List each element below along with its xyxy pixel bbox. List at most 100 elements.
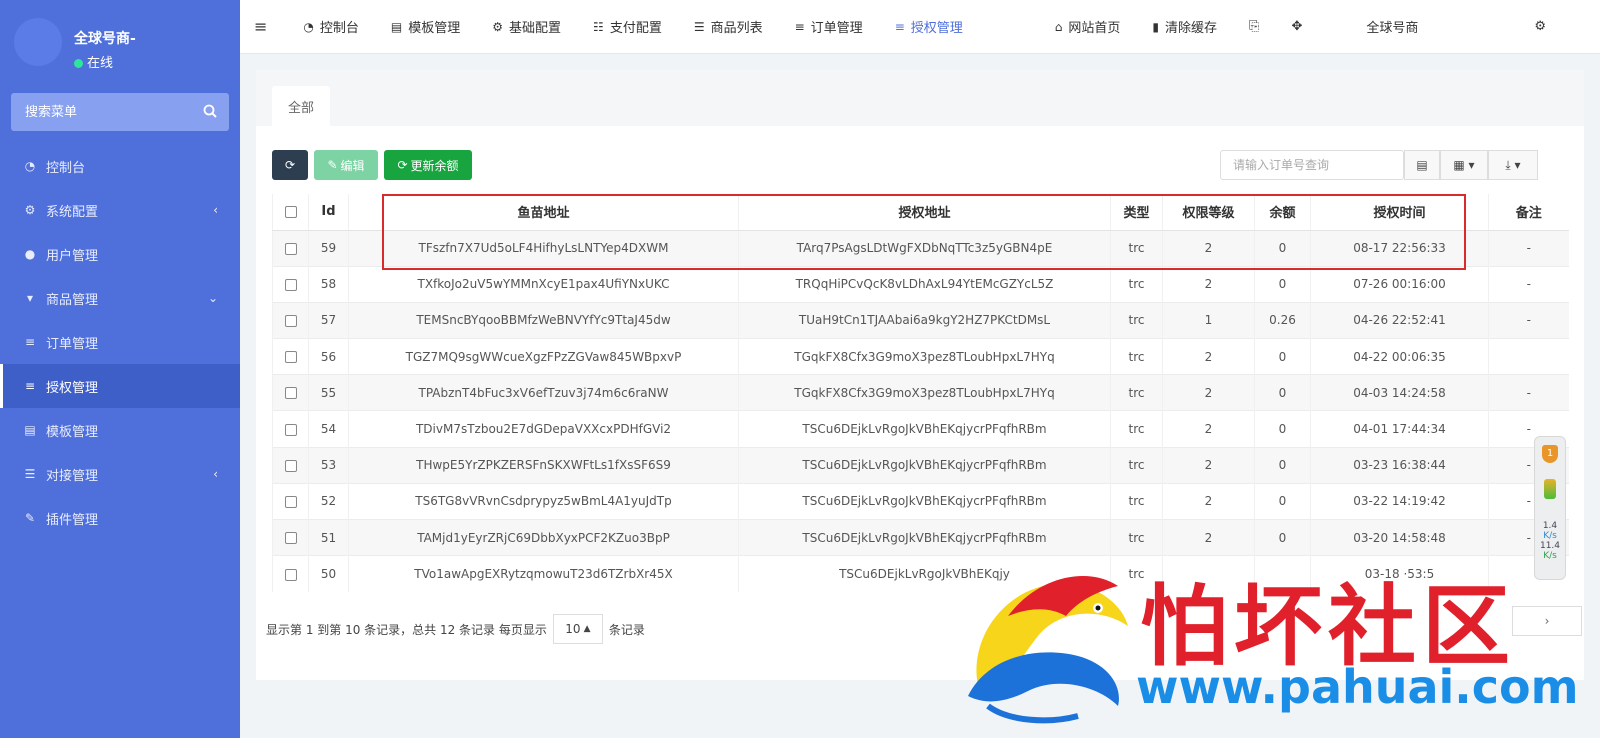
fullscreen-icon[interactable]: ✥ <box>1275 0 1318 54</box>
order-search-input[interactable] <box>1220 150 1404 180</box>
cell-auth-address: TSCu6DEjkLvRgoJkVBhEKqjycrPFqfhRBm <box>738 482 1111 520</box>
top-nav-basic-config[interactable]: ⚙ 基础配置 <box>476 0 577 54</box>
top-nav-authorization[interactable]: ≡ 授权管理 <box>879 0 979 54</box>
table-row[interactable]: 51 TAMjd1yEyrZRjC69DbbXyxPCF2KZuo3BpP TSCu… <box>272 518 1569 556</box>
sidebar-item-label: 系统配置 <box>46 204 99 220</box>
top-nav-product-list[interactable]: ☰ 商品列表 <box>678 0 779 54</box>
table-row[interactable]: 57 TEMSncBYqooBBMfzWeBNVYfYc9TtaJ45dw TUaH… <box>272 301 1569 339</box>
language-icon[interactable]: ⎘ <box>1233 0 1275 54</box>
network-speed-widget[interactable]: 1 1.4 K/s 11.4 K/s <box>1534 436 1566 580</box>
cell-id: 55 <box>308 374 349 411</box>
sidebar-item-orders[interactable]: ≡ 订单管理 <box>0 320 240 364</box>
cell-type: trc <box>1110 482 1163 520</box>
clear-cache-button[interactable]: ▮ 清除缓存 <box>1136 0 1233 54</box>
top-nav-dashboard[interactable]: ◔ 控制台 <box>287 0 375 54</box>
table-row[interactable]: 59 TFszfn7X7Ud5oLF4HifhyLsLNTYep4DXWM TArq… <box>272 229 1569 267</box>
col-id[interactable]: Id <box>308 194 349 231</box>
top-nav-label: 授权管理 <box>910 21 963 36</box>
gear-icon: ⚙ <box>24 203 36 217</box>
col-type[interactable]: 类型 <box>1110 194 1163 231</box>
row-checkbox[interactable] <box>284 459 297 472</box>
cell-select <box>272 265 309 303</box>
row-checkbox[interactable] <box>284 423 297 436</box>
sidebar-item-dashboard[interactable]: ◔ 控制台 <box>0 144 240 188</box>
fish-logo-icon <box>968 576 1128 724</box>
row-checkbox[interactable] <box>284 314 297 327</box>
update-balance-button[interactable]: ⟳ 更新余额 <box>384 150 472 180</box>
top-nav-label: 基础配置 <box>509 21 562 36</box>
watermark-url: www.pahuai.com <box>1136 660 1579 714</box>
sidebar-item-label: 授权管理 <box>46 380 99 396</box>
row-checkbox[interactable] <box>284 532 297 545</box>
home-icon: ⌂ <box>1054 19 1063 34</box>
export-button[interactable]: ⤓ ▾ <box>1488 150 1538 180</box>
top-nav-payment-config[interactable]: ☷ 支付配置 <box>577 0 678 54</box>
col-fish-address[interactable]: 鱼苗地址 <box>348 194 739 231</box>
topbar: ≡ ◔ 控制台 ▤ 模板管理 ⚙ 基础配置 ☷ 支付配置 ☰ 商品列表 ≡ 订单管理 ≡ 授权… <box>240 0 1600 54</box>
sidebar-item-products[interactable]: ▾ 商品管理 ⌄ <box>0 276 240 320</box>
table-row[interactable]: 58 TXfkoJo2uV5wYMMnXcyE1pax4UfiYNxUKC TRQq… <box>272 265 1569 303</box>
table-row[interactable]: 54 TDivM7sTzbou2E7dGDepaVXXcxPDHfGVi2 TSCu… <box>272 410 1569 448</box>
cell-auth-address: TGqkFX8Cfx3G9moX3pez8TLoubHpxL7HYq <box>738 338 1111 375</box>
pagination-info: 显示第 1 到第 10 条记录，总共 12 条记录 每页显示 10 ▲ 条记录 <box>266 614 645 644</box>
cell-balance: 0 <box>1254 518 1311 556</box>
row-checkbox[interactable] <box>284 387 297 400</box>
col-auth-time[interactable]: 授权时间 <box>1310 194 1489 231</box>
columns-button[interactable]: ▦ ▾ <box>1440 150 1488 180</box>
row-checkbox[interactable] <box>284 278 297 291</box>
cell-level: 2 <box>1162 446 1255 484</box>
table-row[interactable]: 56 TGZ7MQ9sgWWcueXgzFPzZGVaw845WBpxvP TGqk… <box>272 338 1569 375</box>
sidebar-item-system-config[interactable]: ⚙ 系统配置 ‹ <box>0 188 240 232</box>
cell-note: - <box>1488 229 1569 267</box>
sidebar-item-templates[interactable]: ▤ 模板管理 <box>0 408 240 452</box>
user-panel: 全球号商- 在线 <box>0 0 240 92</box>
chevron-left-icon: ‹ <box>213 203 218 217</box>
edit-button[interactable]: ✎ 编辑 <box>314 150 378 180</box>
top-nav-templates[interactable]: ▤ 模板管理 <box>375 0 476 54</box>
sidebar-item-authorization[interactable]: ≡ 授权管理 <box>0 364 240 408</box>
sidebar-item-plugins[interactable]: ✎ 插件管理 <box>0 496 240 540</box>
cell-type: trc <box>1110 338 1163 375</box>
select-all-checkbox[interactable] <box>284 205 297 218</box>
gear-icon: ⚙ <box>492 19 504 34</box>
table-row[interactable]: 55 TPAbznT4bFuc3xV6efTzuv3j74m6c6raNW TGqk… <box>272 374 1569 411</box>
cell-auth-address: TRQqHiPCvQcK8vLDhAxL94YtEMcGZYcL5Z <box>738 265 1111 303</box>
tab-all[interactable]: 全部 <box>272 86 330 126</box>
menu-toggle-icon[interactable]: ≡ <box>240 0 287 54</box>
cell-auth-address: TSCu6DEjkLvRgoJkVBhEKqjycrPFqfhRBm <box>738 518 1111 556</box>
settings-icon[interactable]: ⚙ <box>1434 0 1562 54</box>
table-row[interactable]: 52 TS6TG8vVRvnCsdprypyz5wBmL4A1yuJdTp TSCu… <box>272 482 1569 520</box>
col-balance[interactable]: 余额 <box>1254 194 1311 231</box>
refresh-button[interactable]: ⟳ <box>272 150 308 180</box>
row-checkbox[interactable] <box>284 351 297 364</box>
next-page-button[interactable]: › <box>1512 606 1582 636</box>
col-note[interactable]: 备注 <box>1488 194 1569 231</box>
upload-unit: K/s <box>1543 531 1557 541</box>
col-level[interactable]: 权限等级 <box>1162 194 1255 231</box>
shop-name[interactable]: 全球号商 <box>1318 0 1434 54</box>
row-checkbox[interactable] <box>284 495 297 508</box>
cell-auth-time: 03-22 14:19:42 <box>1310 482 1489 520</box>
search-icon[interactable] <box>203 104 217 118</box>
sidebar-search-input[interactable] <box>11 93 191 131</box>
site-home-link[interactable]: ⌂ 网站首页 <box>1039 0 1137 54</box>
page-size-select[interactable]: 10 ▲ <box>552 614 603 644</box>
clear-cache-label: 清除缓存 <box>1165 21 1218 36</box>
cell-auth-time: 04-03 14:24:58 <box>1310 374 1489 411</box>
col-auth-address[interactable]: 授权地址 <box>738 194 1111 231</box>
list-icon: ☰ <box>693 19 705 34</box>
sidebar-item-users[interactable]: ● 用户管理 <box>0 232 240 276</box>
top-nav-orders[interactable]: ≡ 订单管理 <box>779 0 879 54</box>
template-icon: ▤ <box>24 423 36 437</box>
row-checkbox[interactable] <box>284 568 297 581</box>
sidebar-menu: ◔ 控制台 ⚙ 系统配置 ‹ ● 用户管理 ▾ 商品管理 ⌄ ≡ 订单管理 ≡ 授权管理 ▤ 模板… <box>0 144 240 540</box>
toggle-view-button[interactable]: ▤ <box>1404 150 1440 180</box>
sidebar-item-integration[interactable]: ☰ 对接管理 ‹ <box>0 452 240 496</box>
sidebar-item-label: 订单管理 <box>46 336 99 352</box>
cell-select <box>272 410 309 448</box>
cell-fish-address: TEMSncBYqooBBMfzWeBNVYfYc9TtaJ45dw <box>348 301 739 339</box>
cell-id: 51 <box>308 518 349 556</box>
table-row[interactable]: 53 THwpE5YrZPKZERSFnSKXWFtLs1fXsSF6S9 TSCu… <box>272 446 1569 484</box>
row-checkbox[interactable] <box>284 242 297 255</box>
cell-select <box>272 301 309 339</box>
